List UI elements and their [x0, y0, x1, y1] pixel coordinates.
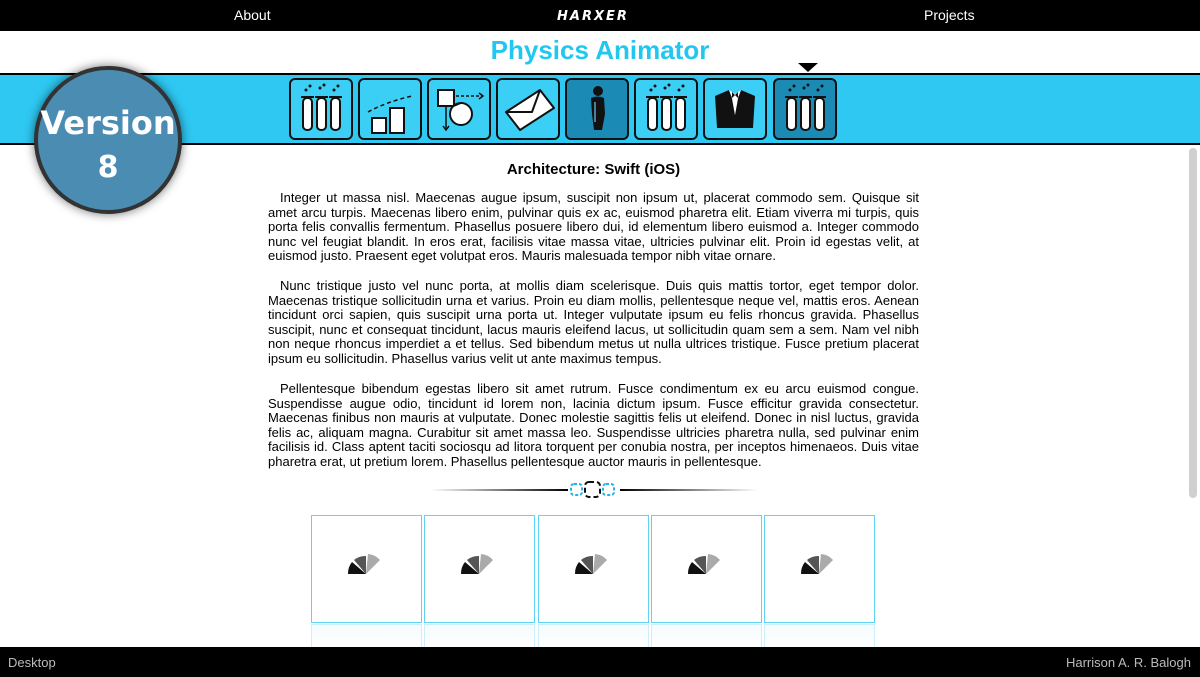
version-badge: Version 8: [34, 66, 182, 214]
person-silhouette-icon: [591, 86, 605, 130]
loading-spinner-icon: [574, 554, 607, 574]
growth-chart-icon: [367, 95, 413, 134]
selected-tool-caret-icon: [798, 63, 818, 72]
gallery-tile[interactable]: [651, 515, 762, 623]
tool-button-growth-chart[interactable]: [358, 78, 422, 140]
loading-spinner-icon: [347, 554, 380, 574]
section-title: Architecture: Swift (iOS): [506, 161, 681, 178]
version-badge-label: Version: [40, 104, 176, 142]
tile-reflection: [311, 624, 422, 648]
test-tubes-icon: [301, 83, 342, 131]
loading-spinner-icon: [460, 554, 493, 574]
vertical-scrollbar[interactable]: [1189, 148, 1197, 498]
tile-reflection: [538, 624, 649, 648]
gallery-tile[interactable]: [764, 515, 875, 623]
footer-author-label: Harrison A. R. Balogh: [1065, 655, 1191, 670]
gallery-tile[interactable]: [424, 515, 535, 623]
gallery-tile[interactable]: [311, 515, 422, 623]
nav-about-link[interactable]: About: [234, 7, 271, 23]
paragraph-2: Nunc tristique justo vel nunc porta, at …: [268, 278, 919, 366]
tool-button-envelope[interactable]: [496, 78, 560, 140]
paragraph-3: Pellentesque bibendum egestas libero sit…: [268, 381, 919, 469]
nav-projects-link[interactable]: Projects: [924, 7, 975, 23]
flow-diagram-icon: [437, 89, 485, 132]
tool-button-tuxedo[interactable]: [703, 78, 767, 140]
footer-platform-label: Desktop: [8, 655, 56, 670]
tile-reflection: [424, 624, 535, 648]
test-tubes-icon: [785, 83, 826, 131]
loading-spinner-icon: [800, 554, 833, 574]
thumbnail-gallery: [311, 515, 877, 648]
app-title: Physics Animator: [490, 35, 710, 65]
tool-button-test-tubes-3[interactable]: [773, 78, 837, 140]
tool-button-flow-diagram[interactable]: [427, 78, 491, 140]
brand-logo[interactable]: HARXER: [557, 9, 629, 24]
tool-button-test-tubes-1[interactable]: [289, 78, 353, 140]
loading-spinner-icon: [687, 554, 720, 574]
footer-bar: Desktop Harrison A. R. Balogh: [0, 647, 1200, 677]
version-badge-number: 8: [97, 150, 119, 185]
tool-button-test-tubes-2[interactable]: [634, 78, 698, 140]
envelope-icon: [505, 89, 555, 131]
tile-reflection: [764, 624, 875, 648]
top-nav-bar: About HARXER Projects: [0, 0, 1200, 31]
tool-button-person[interactable]: [565, 78, 629, 140]
test-tubes-icon: [646, 83, 687, 131]
ornamental-divider: [430, 481, 758, 498]
tile-reflection: [651, 624, 762, 648]
paragraph-1: Integer ut massa nisl. Maecenas augue ip…: [268, 190, 919, 264]
tuxedo-icon: [715, 90, 755, 128]
gallery-tile[interactable]: [538, 515, 649, 623]
